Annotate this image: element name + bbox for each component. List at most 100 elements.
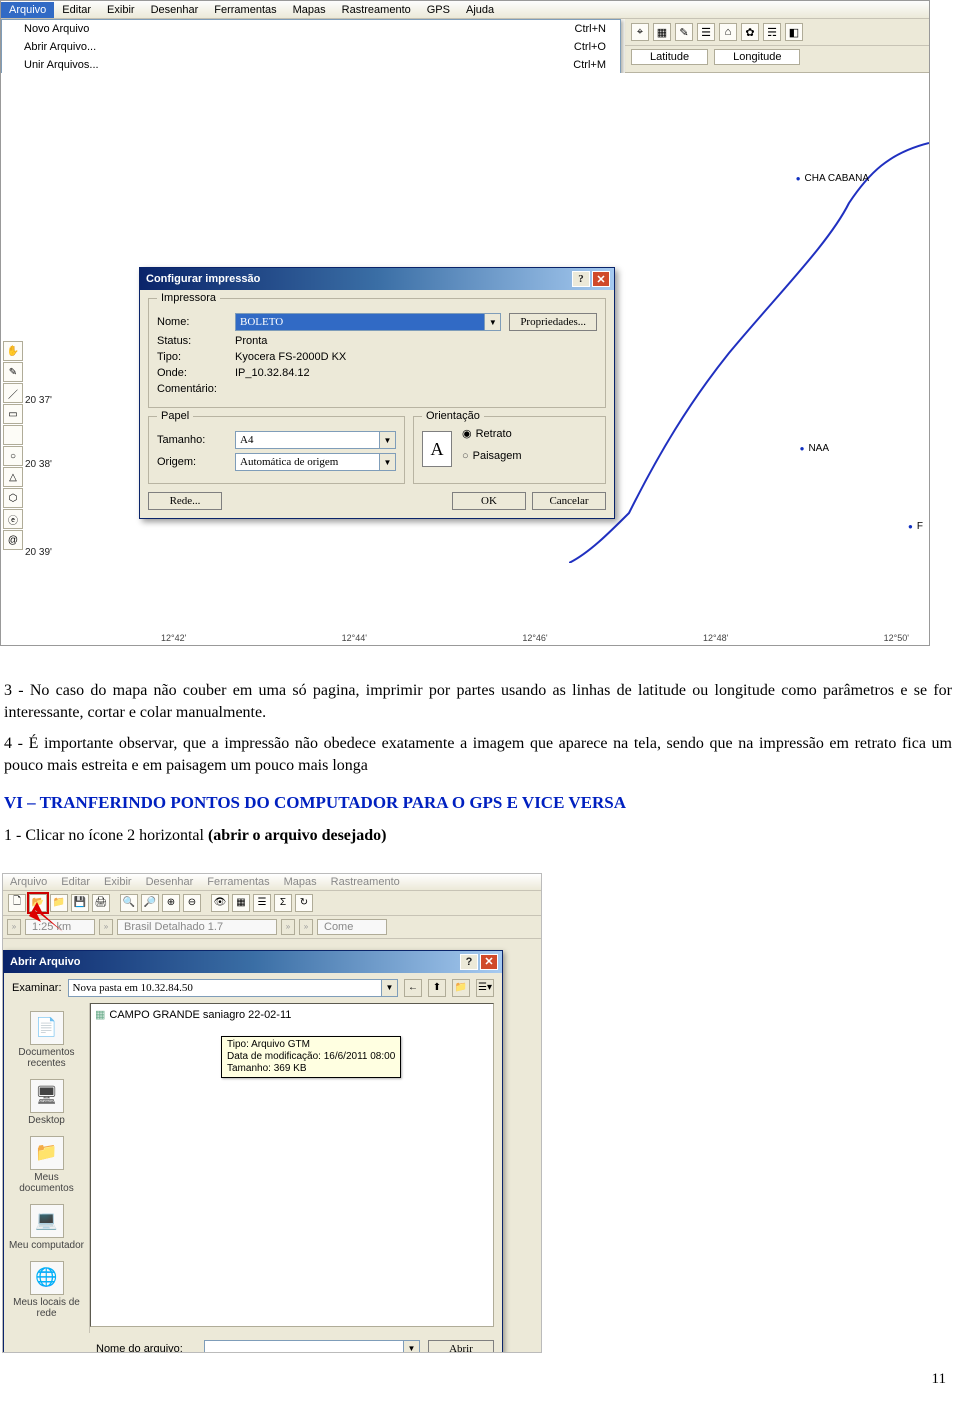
refresh-icon[interactable]: ↻ [295, 894, 313, 912]
printer-combo[interactable]: ▼ [235, 313, 501, 331]
file-item[interactable]: CAMPO GRANDE saniagro 22-02-11 [95, 1008, 489, 1021]
chevron-icon[interactable]: » [7, 919, 21, 935]
tamanho-combo[interactable]: ▼ [235, 431, 396, 449]
new-icon[interactable]: 🗋 [8, 894, 26, 912]
place-mycomputer[interactable]: 💻Meu computador [6, 1204, 87, 1251]
tool-at-icon[interactable]: @ [3, 530, 23, 550]
menu-exibir[interactable]: Exibir [99, 2, 143, 18]
toolbar-icon[interactable]: ⌂ [719, 23, 737, 41]
dialog2-titlebar[interactable]: Abrir Arquivo ? ✕ [4, 951, 502, 973]
menu-gps[interactable]: GPS [419, 2, 458, 18]
zoom-icon[interactable]: 🔍 [120, 894, 138, 912]
waypoint-f[interactable]: F [908, 521, 923, 532]
place-network[interactable]: 🌐Meus locais de rede [6, 1261, 87, 1319]
radio-paisagem[interactable]: Paisagem [462, 450, 522, 462]
menu2-arquivo[interactable]: Arquivo [3, 874, 54, 890]
propriedades-button[interactable]: Propriedades... [509, 313, 597, 331]
menu2-editar[interactable]: Editar [54, 874, 97, 890]
tool-e-icon[interactable]: ⓔ [3, 509, 23, 529]
menu-ajuda[interactable]: Ajuda [458, 2, 502, 18]
radio-retrato[interactable]: Retrato [462, 427, 522, 440]
menu-editar[interactable]: Editar [54, 2, 99, 18]
toolbar-icon[interactable]: ✿ [741, 23, 759, 41]
tool-blank-icon[interactable] [3, 425, 23, 445]
zoom-field[interactable]: 1:25 km [25, 919, 95, 935]
longitude-field[interactable]: Longitude [714, 49, 800, 65]
toolbar-icon[interactable]: ◧ [785, 23, 803, 41]
dropdown-icon[interactable]: ▼ [380, 453, 396, 471]
dropdown-icon[interactable]: ▼ [380, 431, 396, 449]
help-button[interactable]: ? [460, 954, 478, 970]
open-icon[interactable]: 📂 [29, 894, 47, 912]
zoomin-icon[interactable]: ⊕ [162, 894, 180, 912]
menu2-ferramentas[interactable]: Ferramentas [200, 874, 276, 890]
close-button[interactable]: ✕ [480, 954, 498, 970]
back-icon[interactable]: ← [404, 979, 422, 997]
toolbar-icon[interactable]: ☰ [697, 23, 715, 41]
menu-rastreamento[interactable]: Rastreamento [334, 2, 419, 18]
tool-pencil-icon[interactable]: ✎ [3, 362, 23, 382]
toolbar-icon[interactable]: ▦ [653, 23, 671, 41]
menu-novo[interactable]: Novo ArquivoCtrl+N [2, 20, 620, 38]
place-recent[interactable]: 📄Documentos recentes [6, 1011, 87, 1069]
place-mydocs[interactable]: 📁Meus documentos [6, 1136, 87, 1194]
menu2-exibir[interactable]: Exibir [97, 874, 139, 890]
help-button[interactable]: ? [572, 271, 590, 287]
toolbar-icon[interactable]: ⌖ [631, 23, 649, 41]
menu-ferramentas[interactable]: Ferramentas [206, 2, 284, 18]
chevron-icon[interactable]: » [99, 919, 113, 935]
tool-rect-icon[interactable]: ▭ [3, 404, 23, 424]
map-field[interactable]: Brasil Detalhado 1.7 [117, 919, 277, 935]
newfolder-icon[interactable]: 📁 [452, 979, 470, 997]
menu2-mapas[interactable]: Mapas [277, 874, 324, 890]
tool-hex-icon[interactable]: ⬡ [3, 488, 23, 508]
open2-icon[interactable]: 📁 [50, 894, 68, 912]
tool-circle-icon[interactable]: ○ [3, 446, 23, 466]
dialog-titlebar[interactable]: Configurar impressão ? ✕ [140, 268, 614, 290]
dropdown-icon[interactable]: ▼ [382, 979, 398, 997]
menu-abrir[interactable]: Abrir Arquivo...Ctrl+O [2, 38, 620, 56]
dropdown-icon[interactable]: ▼ [404, 1340, 420, 1353]
origem-input[interactable] [235, 453, 380, 471]
grid-icon[interactable]: ▦ [232, 894, 250, 912]
file-list[interactable]: CAMPO GRANDE saniagro 22-02-11 Tipo: Arq… [90, 1003, 494, 1327]
menu-mapas[interactable]: Mapas [285, 2, 334, 18]
waypoint-naa[interactable]: NAA [800, 443, 829, 454]
eye-icon[interactable]: 👁 [211, 894, 229, 912]
tool-triangle-icon[interactable]: △ [3, 467, 23, 487]
tool-pan-icon[interactable]: ✋ [3, 341, 23, 361]
toolbar-icon[interactable]: ☴ [763, 23, 781, 41]
menu2-desenhar[interactable]: Desenhar [139, 874, 201, 890]
menu-desenhar[interactable]: Desenhar [143, 2, 207, 18]
origem-combo[interactable]: ▼ [235, 453, 396, 471]
chevron-icon[interactable]: » [281, 919, 295, 935]
zoomout-icon[interactable]: ⊖ [183, 894, 201, 912]
sigma-icon[interactable]: Σ [274, 894, 292, 912]
tool-line-icon[interactable]: ／ [3, 383, 23, 403]
place-desktop[interactable]: 🖥Desktop [6, 1079, 87, 1126]
print-icon[interactable]: 🖨 [92, 894, 110, 912]
cancelar-button[interactable]: Cancelar [532, 492, 606, 510]
dropdown-icon[interactable]: ▼ [485, 313, 501, 331]
menu-arquivo[interactable]: Arquivo [1, 2, 54, 18]
abrir-button[interactable]: Abrir [428, 1340, 494, 1353]
come-field[interactable]: Come [317, 919, 387, 935]
tamanho-input[interactable] [235, 431, 380, 449]
layers-icon[interactable]: ☰ [253, 894, 271, 912]
latitude-field[interactable]: Latitude [631, 49, 708, 65]
menu-unir[interactable]: Unir Arquivos...Ctrl+M [2, 56, 620, 74]
menu2-rastreamento[interactable]: Rastreamento [324, 874, 407, 890]
up-icon[interactable]: ⬆ [428, 979, 446, 997]
rede-button[interactable]: Rede... [148, 492, 222, 510]
waypoint-cha[interactable]: CHA CABANA [796, 173, 869, 184]
filename-combo[interactable]: ▼ [204, 1340, 420, 1353]
filename-input[interactable] [204, 1340, 404, 1353]
folder-input[interactable] [68, 979, 382, 997]
chevron-icon[interactable]: » [299, 919, 313, 935]
zoom-icon[interactable]: 🔎 [141, 894, 159, 912]
save-icon[interactable]: 💾 [71, 894, 89, 912]
views-icon[interactable]: ☰▾ [476, 979, 494, 997]
toolbar-icon[interactable]: ✎ [675, 23, 693, 41]
ok-button[interactable]: OK [452, 492, 526, 510]
printer-input[interactable] [235, 313, 485, 331]
